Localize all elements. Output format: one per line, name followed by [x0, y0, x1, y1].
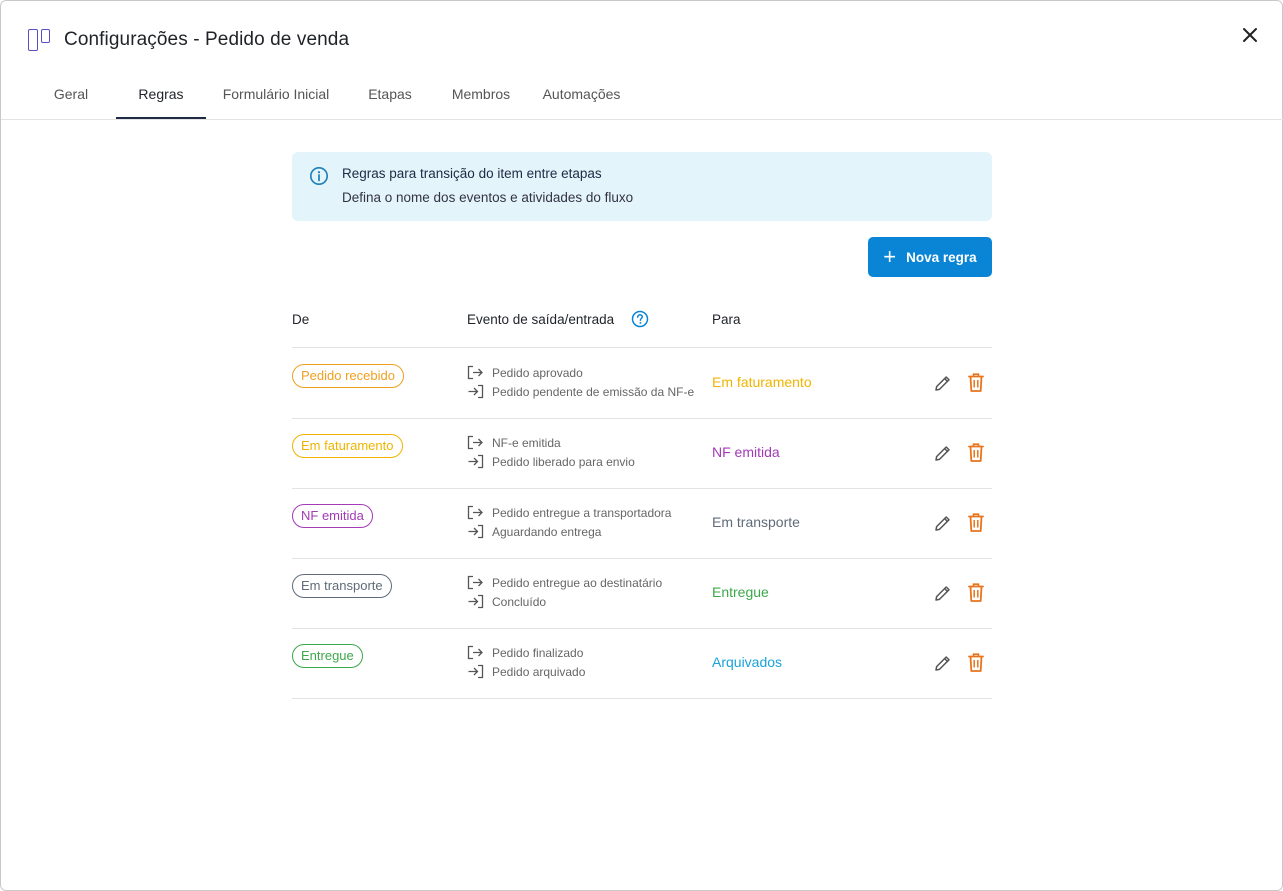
entry-event: Pedido liberado para envio — [467, 454, 635, 469]
info-text: Defina o nome dos eventos e atividades d… — [342, 190, 634, 205]
exit-event: Pedido finalizado — [467, 645, 583, 660]
from-stage-pill: Em transporte — [292, 574, 392, 598]
trash-icon[interactable] — [967, 372, 985, 393]
to-stage-label: Entregue — [712, 584, 769, 600]
from-stage-pill: Em faturamento — [292, 434, 403, 458]
table-row: NF emitida Pedido entregue a transportad… — [292, 488, 992, 558]
tab-bar: Geral Regras Formulário Inicial Etapas M… — [1, 71, 1283, 120]
tab-etapas[interactable]: Etapas — [356, 71, 424, 119]
table-row: Pedido recebido Pedido aprovado Pedido p… — [292, 348, 992, 418]
entry-event: Aguardando entrega — [467, 524, 601, 539]
dialog-header: Configurações - Pedido de venda — [26, 27, 349, 53]
exit-event-label: NF-e emitida — [492, 435, 561, 450]
to-stage-label: NF emitida — [712, 444, 780, 460]
table-row: Entregue Pedido finalizado Pedido arquiv… — [292, 628, 992, 698]
entry-event-label: Concluído — [492, 594, 547, 609]
exit-arrow-icon — [467, 575, 483, 590]
entry-arrow-icon — [468, 594, 484, 609]
header-event: Evento de saída/entrada — [467, 312, 615, 327]
table-row: Em transporte Pedido entregue ao destina… — [292, 558, 992, 628]
entry-arrow-icon — [468, 454, 484, 469]
settings-dialog: Configurações - Pedido de venda Geral Re… — [0, 0, 1283, 891]
header-to: Para — [712, 312, 741, 327]
tab-geral[interactable]: Geral — [38, 71, 104, 119]
entry-event-label: Pedido pendente de emissão da NF-e — [492, 384, 695, 399]
exit-event-label: Pedido finalizado — [492, 645, 584, 660]
board-columns-icon — [26, 27, 52, 53]
dialog-title: Configurações - Pedido de venda — [64, 29, 350, 50]
new-rule-label: Nova regra — [906, 249, 977, 265]
close-icon — [1243, 28, 1257, 42]
header-from: De — [292, 312, 310, 327]
new-rule-button[interactable]: + Nova regra — [868, 237, 992, 277]
edit-icon[interactable] — [933, 513, 953, 533]
exit-arrow-icon — [467, 645, 483, 660]
exit-event-label: Pedido entregue ao destinatário — [492, 575, 663, 590]
to-stage-label: Arquivados — [712, 654, 783, 670]
entry-event-label: Pedido liberado para envio — [492, 454, 635, 469]
table-row: Em faturamento NF-e emitida Pedido liber… — [292, 418, 992, 488]
entry-arrow-icon — [468, 664, 484, 679]
to-stage-label: Em faturamento — [712, 374, 812, 390]
from-stage-pill: Pedido recebido — [292, 364, 404, 388]
trash-icon[interactable] — [967, 512, 985, 533]
entry-arrow-icon — [468, 384, 484, 399]
divider — [292, 698, 992, 699]
entry-event: Pedido arquivado — [467, 664, 585, 679]
to-stage-label: Em transporte — [712, 514, 800, 530]
exit-event-label: Pedido aprovado — [492, 365, 583, 380]
entry-event: Pedido pendente de emissão da NF-e — [467, 384, 694, 399]
edit-icon[interactable] — [933, 583, 953, 603]
tab-membros[interactable]: Membros — [443, 71, 519, 119]
exit-event-label: Pedido entregue a transportadora — [492, 505, 672, 520]
trash-icon[interactable] — [967, 652, 985, 673]
from-stage-pill: NF emitida — [292, 504, 373, 528]
entry-arrow-icon — [468, 524, 484, 539]
info-icon — [310, 167, 328, 185]
entry-event: Concluído — [467, 594, 546, 609]
trash-icon[interactable] — [967, 442, 985, 463]
entry-event-label: Pedido arquivado — [492, 664, 586, 679]
exit-event: NF-e emitida — [467, 435, 561, 450]
trash-icon[interactable] — [967, 582, 985, 603]
edit-icon[interactable] — [933, 373, 953, 393]
info-banner: Regras para transição do item entre etap… — [292, 152, 992, 221]
exit-arrow-icon — [467, 505, 483, 520]
close-button[interactable] — [1238, 23, 1262, 47]
edit-icon[interactable] — [933, 653, 953, 673]
tab-regras[interactable]: Regras — [116, 71, 206, 119]
info-title: Regras para transição do item entre etap… — [342, 166, 602, 181]
edit-icon[interactable] — [933, 443, 953, 463]
exit-event: Pedido entregue a transportadora — [467, 505, 671, 520]
from-stage-pill: Entregue — [292, 644, 363, 668]
exit-arrow-icon — [467, 365, 483, 380]
plus-icon: + — [883, 244, 897, 269]
help-icon[interactable] — [631, 310, 649, 328]
exit-arrow-icon — [467, 435, 483, 450]
tab-formulario-inicial[interactable]: Formulário Inicial — [214, 71, 338, 119]
tab-automacoes[interactable]: Automações — [534, 71, 629, 119]
exit-event: Pedido entregue ao destinatário — [467, 575, 662, 590]
entry-event-label: Aguardando entrega — [492, 524, 602, 539]
exit-event: Pedido aprovado — [467, 365, 583, 380]
